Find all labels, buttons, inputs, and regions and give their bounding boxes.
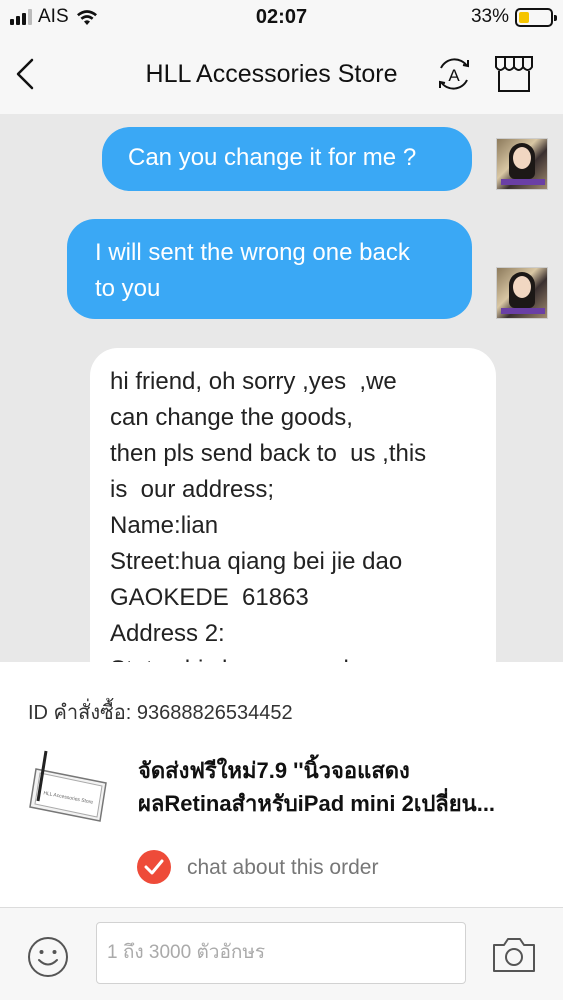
checkmark-icon[interactable] <box>137 850 171 884</box>
incoming-message: hi friend, oh sorry ,yes ,we can change … <box>90 348 496 662</box>
product-title[interactable]: จัดส่งฟรีใหม่7.9 ''นิ้วจอแสดง ผลRetinaสำ… <box>138 754 548 820</box>
message-text-line: can change the goods, <box>110 404 353 431</box>
product-thumbnail[interactable]: HLL Accessories Store <box>26 747 112 827</box>
product-title-line: จัดส่งฟรีใหม่7.9 ''นิ้วจอแสดง <box>138 758 410 783</box>
store-icon[interactable] <box>492 53 536 95</box>
user-avatar[interactable] <box>496 267 548 319</box>
order-id-value: 93688826534452 <box>136 702 293 724</box>
product-title-line: ผลRetinaสำหรับiPad mini 2เปลี่ยน... <box>138 791 496 816</box>
status-bar: AIS 02:07 33% <box>0 0 563 38</box>
message-input[interactable] <box>96 922 466 984</box>
translate-icon[interactable]: A <box>434 54 474 94</box>
order-id: ID คำสั่งซื้อ: 93688826534452 <box>28 696 293 728</box>
battery-icon <box>515 7 557 27</box>
translate-label: A <box>448 66 460 85</box>
message-input-bar <box>0 907 563 1000</box>
user-avatar[interactable] <box>496 138 548 190</box>
camera-icon[interactable] <box>490 935 538 975</box>
chat-header: HLL Accessories Store A <box>0 38 563 114</box>
order-id-label: ID คำสั่งซื้อ: <box>28 702 132 724</box>
smiley-icon[interactable] <box>26 935 70 979</box>
store-title: HLL Accessories Store <box>145 60 398 88</box>
chat-about-order-label[interactable]: chat about this order <box>187 856 378 880</box>
message-text-line: is our address; <box>110 476 275 503</box>
message-text-line: I will sent the wrong one back <box>95 239 410 266</box>
message-text: Can you change it for me ? <box>128 144 417 171</box>
message-text-line: Street:hua qiang bei jie dao <box>110 548 403 575</box>
message-text-line: then pls send back to us ,this <box>110 440 427 467</box>
outgoing-message: Can you change it for me ? <box>102 127 472 191</box>
message-text-line: hi friend, oh sorry ,yes ,we <box>110 368 397 395</box>
message-text-line: to you <box>95 275 161 302</box>
message-text-line: Name:lian <box>110 512 219 539</box>
battery-percent: 33% <box>470 6 509 27</box>
message-text-line: Address 2: <box>110 620 225 647</box>
outgoing-message: I will sent the wrong one back to you <box>67 219 472 319</box>
message-text-line: State:shi zhen guangdong <box>110 652 476 662</box>
chat-messages[interactable]: Can you change it for me ? I will sent t… <box>0 114 563 662</box>
order-panel: ID คำสั่งซื้อ: 93688826534452 HLL Access… <box>0 662 563 907</box>
battery-info: 33% <box>470 6 557 28</box>
message-text-line: GAOKEDE 61863 <box>110 584 309 611</box>
